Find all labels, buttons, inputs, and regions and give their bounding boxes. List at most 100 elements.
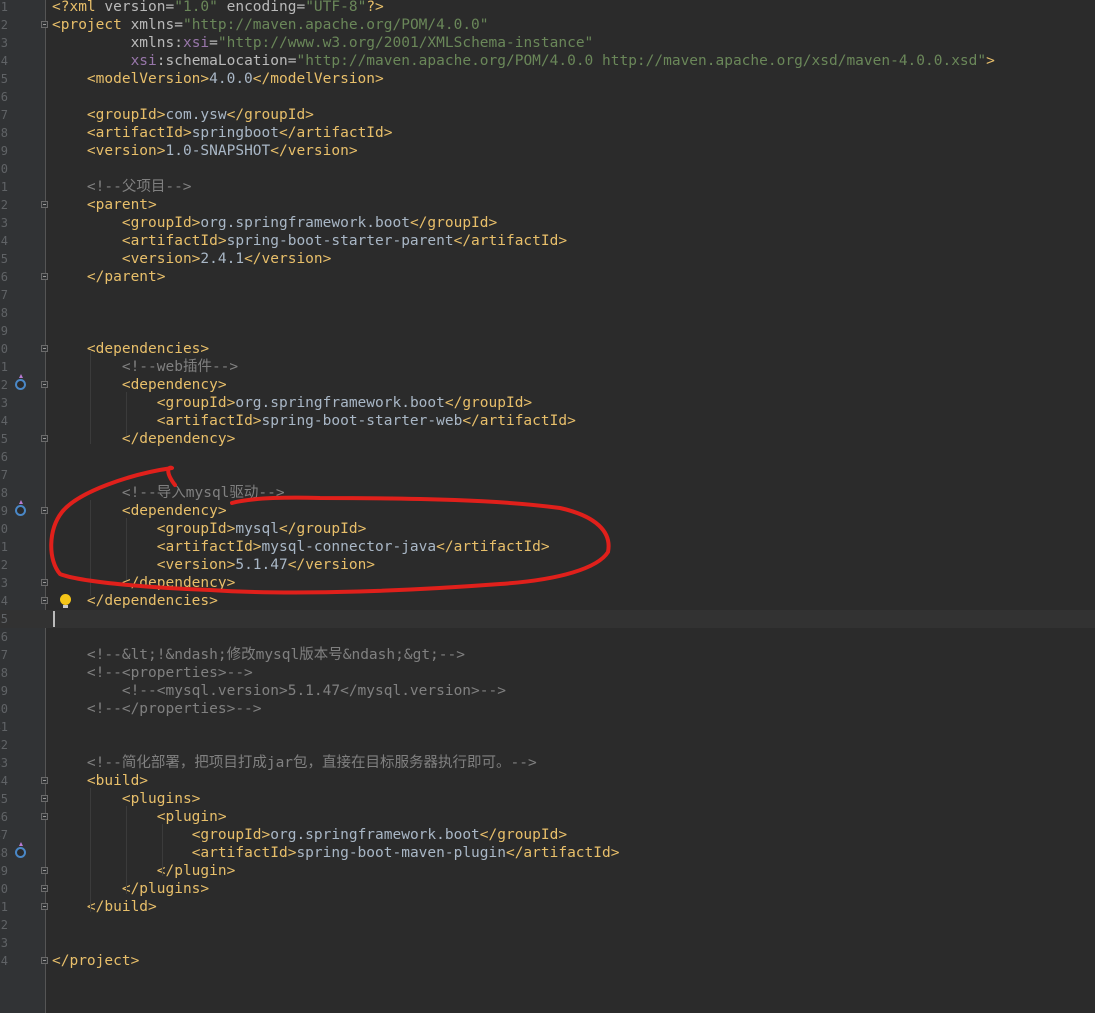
code-line[interactable]: 19 (0, 322, 1095, 340)
fold-marker-icon[interactable] (41, 345, 48, 352)
code-text[interactable]: <project xmlns="http://maven.apache.org/… (52, 16, 489, 34)
code-text[interactable]: <dependencies> (52, 340, 209, 358)
code-line[interactable]: 46 <plugin> (0, 808, 1095, 826)
code-line[interactable]: 37 <!--&lt;!&ndash;修改mysql版本号&ndash;&gt;… (0, 646, 1095, 664)
code-line[interactable]: 23 <groupId>org.springframework.boot</gr… (0, 394, 1095, 412)
code-text[interactable]: <!--&lt;!&ndash;修改mysql版本号&ndash;&gt;--> (52, 646, 465, 664)
fold-marker-icon[interactable] (41, 903, 48, 910)
code-text[interactable]: </plugin> (52, 862, 236, 880)
code-text[interactable]: <groupId>mysql</groupId> (52, 520, 367, 538)
code-line[interactable]: 31 <artifactId>mysql-connector-java</art… (0, 538, 1095, 556)
code-line[interactable]: 20 <dependencies> (0, 340, 1095, 358)
code-line[interactable]: 13 <groupId>org.springframework.boot</gr… (0, 214, 1095, 232)
fold-marker-icon[interactable] (41, 201, 48, 208)
code-line[interactable]: 17 (0, 286, 1095, 304)
fold-marker-icon[interactable] (41, 21, 48, 28)
code-text[interactable]: <dependency> (52, 502, 227, 520)
fold-marker-icon[interactable] (41, 435, 48, 442)
code-text[interactable]: <!--导入mysql驱动--> (52, 484, 285, 502)
code-line[interactable]: 3 xmlns:xsi="http://www.w3.org/2001/XMLS… (0, 34, 1095, 52)
code-text[interactable]: </build> (52, 898, 157, 916)
code-text[interactable]: <?xml version="1.0" encoding="UTF-8"?> (52, 0, 384, 16)
code-line[interactable]: 15 <version>2.4.1</version> (0, 250, 1095, 268)
fold-marker-icon[interactable] (41, 867, 48, 874)
maven-dependency-icon[interactable] (15, 500, 26, 516)
fold-marker-icon[interactable] (41, 885, 48, 892)
fold-marker-icon[interactable] (41, 579, 48, 586)
code-line[interactable]: 38 <!--<properties>--> (0, 664, 1095, 682)
code-text[interactable]: <modelVersion>4.0.0</modelVersion> (52, 70, 384, 88)
maven-dependency-icon[interactable] (15, 842, 26, 858)
code-text[interactable]: <build> (52, 772, 148, 790)
code-text[interactable]: <plugin> (52, 808, 227, 826)
code-text[interactable]: <!--<mysql.version>5.1.47</mysql.version… (52, 682, 506, 700)
fold-marker-icon[interactable] (41, 795, 48, 802)
code-line[interactable]: 50 </plugins> (0, 880, 1095, 898)
fold-marker-icon[interactable] (41, 507, 48, 514)
code-text[interactable]: <!--简化部署，把项目打成jar包，直接在目标服务器执行即可。--> (52, 754, 537, 772)
code-line[interactable]: 52 (0, 916, 1095, 934)
code-text[interactable]: <artifactId>spring-boot-starter-parent</… (52, 232, 567, 250)
code-line[interactable]: 48 <artifactId>spring-boot-maven-plugin<… (0, 842, 1095, 862)
code-line[interactable]: 18 (0, 304, 1095, 322)
code-text[interactable]: <artifactId>spring-boot-maven-plugin</ar… (52, 844, 620, 862)
code-line[interactable]: 45 <plugins> (0, 790, 1095, 808)
code-line[interactable]: 6 (0, 88, 1095, 106)
code-text[interactable]: <artifactId>spring-boot-starter-web</art… (52, 412, 576, 430)
code-line[interactable]: 33 </dependency> (0, 574, 1095, 592)
code-text[interactable]: </plugins> (52, 880, 209, 898)
code-line[interactable]: 24 <artifactId>spring-boot-starter-web</… (0, 412, 1095, 430)
code-text[interactable]: </dependency> (52, 430, 236, 448)
code-line[interactable]: 39 <!--<mysql.version>5.1.47</mysql.vers… (0, 682, 1095, 700)
code-text[interactable]: <artifactId>springboot</artifactId> (52, 124, 393, 142)
code-text[interactable]: <groupId>org.springframework.boot</group… (52, 826, 567, 844)
code-line[interactable]: 5 <modelVersion>4.0.0</modelVersion> (0, 70, 1095, 88)
code-text[interactable]: <groupId>org.springframework.boot</group… (52, 214, 497, 232)
code-text[interactable]: <groupId>org.springframework.boot</group… (52, 394, 532, 412)
code-line[interactable]: 36 (0, 628, 1095, 646)
fold-marker-icon[interactable] (41, 597, 48, 604)
code-line[interactable]: 28 <!--导入mysql驱动--> (0, 484, 1095, 502)
code-text[interactable]: </parent> (52, 268, 166, 286)
code-line[interactable]: 51 </build> (0, 898, 1095, 916)
code-editor[interactable]: 1 <?xml version="1.0" encoding="UTF-8"?> 2… (0, 0, 1095, 1013)
code-text[interactable]: </project> (52, 952, 139, 970)
code-line[interactable]: 34 </dependencies> (0, 592, 1095, 610)
code-text[interactable]: <dependency> (52, 376, 227, 394)
fold-marker-icon[interactable] (41, 381, 48, 388)
code-text[interactable]: <!--web插件--> (52, 358, 238, 376)
code-line[interactable]: 42 (0, 736, 1095, 754)
code-line[interactable]: 4 xsi:schemaLocation="http://maven.apach… (0, 52, 1095, 70)
code-line[interactable]: 11 <!--父项目--> (0, 178, 1095, 196)
code-line[interactable]: 14 <artifactId>spring-boot-starter-paren… (0, 232, 1095, 250)
code-text[interactable]: <parent> (52, 196, 157, 214)
fold-marker-icon[interactable] (41, 273, 48, 280)
code-text[interactable]: </dependencies> (52, 592, 218, 610)
fold-marker-icon[interactable] (41, 777, 48, 784)
code-line[interactable]: 32 <version>5.1.47</version> (0, 556, 1095, 574)
code-text[interactable]: <!--<properties>--> (52, 664, 253, 682)
code-line[interactable]: 21 <!--web插件--> (0, 358, 1095, 376)
code-line[interactable]: 35 (0, 610, 1095, 628)
code-line[interactable]: 7 <groupId>com.ysw</groupId> (0, 106, 1095, 124)
code-line[interactable]: 29 <dependency> (0, 500, 1095, 520)
code-line[interactable]: 49 </plugin> (0, 862, 1095, 880)
code-text[interactable]: <version>5.1.47</version> (52, 556, 375, 574)
code-line[interactable]: 2 <project xmlns="http://maven.apache.org… (0, 16, 1095, 34)
code-line[interactable]: 47 <groupId>org.springframework.boot</gr… (0, 826, 1095, 844)
fold-marker-icon[interactable] (41, 813, 48, 820)
code-text[interactable]: <version>1.0-SNAPSHOT</version> (52, 142, 358, 160)
code-line[interactable]: 9 <version>1.0-SNAPSHOT</version> (0, 142, 1095, 160)
code-line[interactable]: 22 <dependency> (0, 374, 1095, 394)
code-text[interactable]: <!--父项目--> (52, 178, 192, 196)
code-text[interactable]: </dependency> (52, 574, 236, 592)
fold-marker-icon[interactable] (41, 957, 48, 964)
code-line[interactable]: 41 (0, 718, 1095, 736)
code-text[interactable]: <!--</properties>--> (52, 700, 262, 718)
code-line[interactable]: 16 </parent> (0, 268, 1095, 286)
code-text[interactable]: <version>2.4.1</version> (52, 250, 332, 268)
code-text[interactable]: xmlns:xsi="http://www.w3.org/2001/XMLSch… (52, 34, 594, 52)
code-line[interactable]: 26 (0, 448, 1095, 466)
code-line[interactable]: 43 <!--简化部署，把项目打成jar包，直接在目标服务器执行即可。--> (0, 754, 1095, 772)
code-line[interactable]: 54 </project> (0, 952, 1095, 970)
